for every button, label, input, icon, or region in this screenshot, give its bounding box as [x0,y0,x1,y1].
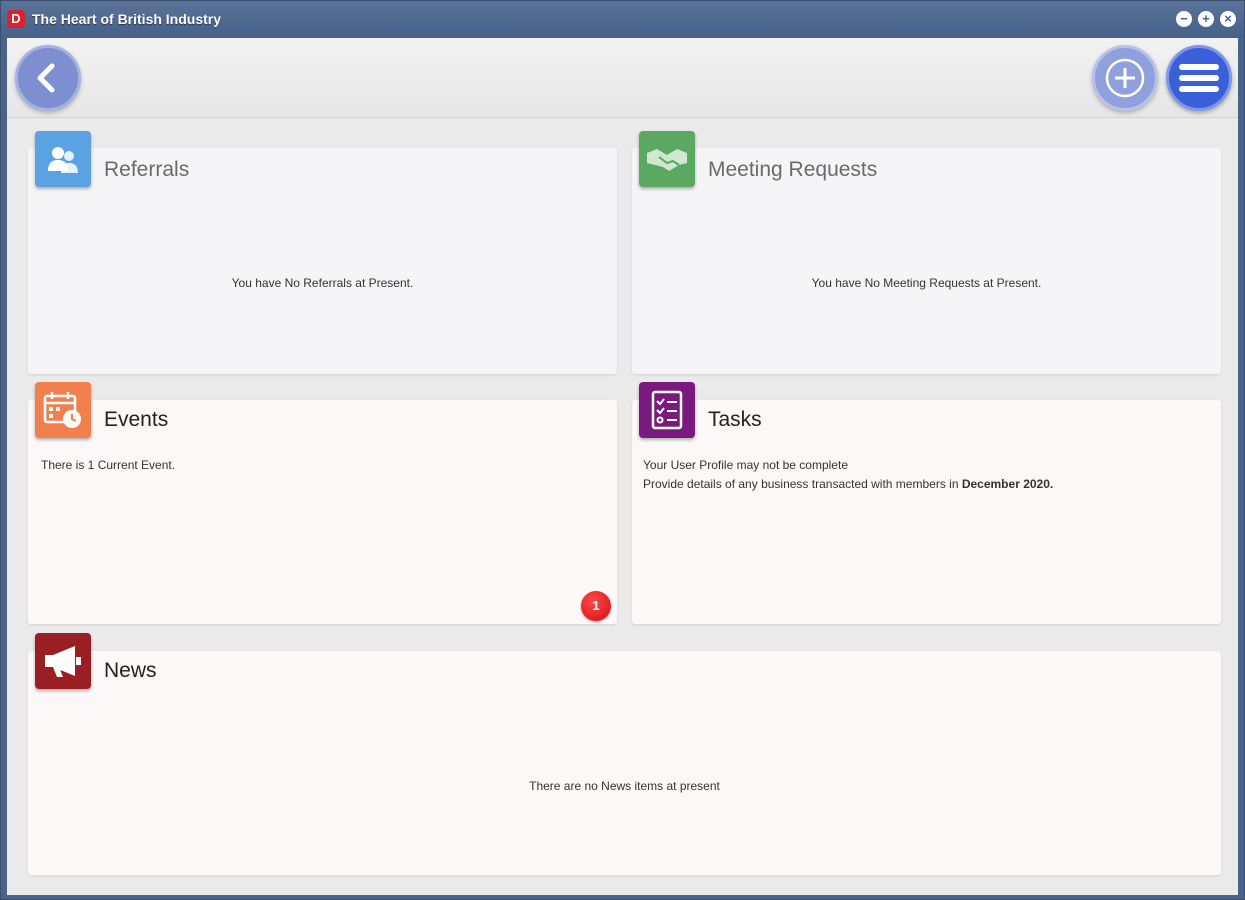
title-bar[interactable]: D The Heart of British Industry − + × [1,1,1244,38]
hamburger-menu-icon [1179,64,1219,92]
app-window: D The Heart of British Industry − + × Re… [0,0,1245,900]
task-business-date: December 2020. [961,477,1054,491]
close-button[interactable]: × [1220,11,1236,27]
referrals-card[interactable]: Referrals You have No Referrals at Prese… [28,148,617,374]
toolbar [7,38,1238,118]
meeting-requests-card[interactable]: Meeting Requests You have No Meeting Req… [632,148,1221,374]
back-button[interactable] [15,45,81,111]
tasks-card[interactable]: Tasks Your User Profile may not be compl… [632,400,1221,624]
events-title: Events [104,408,169,431]
task-item-profile[interactable]: Your User Profile may not be complete [643,456,1053,475]
task-item-business[interactable]: Provide details of any business transact… [643,475,1053,494]
events-count-badge: 1 [581,591,611,621]
news-message: There are no News items at present [529,779,720,793]
checklist-icon [639,382,695,438]
referrals-title: Referrals [104,158,190,181]
add-button[interactable] [1092,45,1158,111]
news-card[interactable]: News There are no News items at present [28,651,1221,875]
app-logo-icon: D [7,10,25,28]
menu-button[interactable] [1166,45,1232,111]
people-icon [35,131,91,187]
meeting-requests-message: You have No Meeting Requests at Present. [811,276,1042,290]
tasks-title: Tasks [708,408,762,431]
calendar-clock-icon [35,382,91,438]
main-content: Referrals You have No Referrals at Prese… [7,38,1238,895]
handshake-icon [639,131,695,187]
news-title: News [104,659,157,682]
plus-icon [1105,58,1145,98]
megaphone-icon [35,633,91,689]
window-title: The Heart of British Industry [32,11,222,27]
meeting-requests-title: Meeting Requests [708,158,878,181]
events-card[interactable]: Events There is 1 Current Event. 1 [28,400,617,624]
chevron-left-icon [37,63,55,93]
minimize-button[interactable]: − [1176,11,1192,27]
events-message: There is 1 Current Event. [41,458,176,472]
maximize-button[interactable]: + [1198,11,1214,27]
referrals-message: You have No Referrals at Present. [231,276,414,290]
tasks-list: Your User Profile may not be complete Pr… [643,456,1053,494]
task-business-text: Provide details of any business transact… [643,477,962,491]
